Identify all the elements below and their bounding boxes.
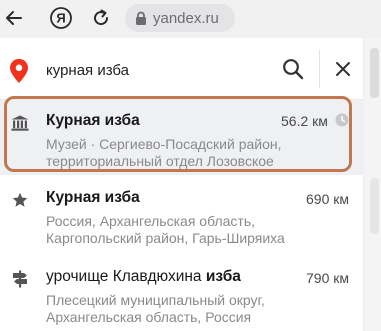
yandex-letter: Я (56, 11, 65, 26)
result-subtitle: Россия, Архангельская область, Каргополь… (46, 213, 285, 246)
yandex-logo-icon: Я (50, 7, 72, 29)
scrollbar-track-mark (370, 178, 379, 234)
arrow-left-icon (6, 11, 22, 25)
museum-icon (11, 114, 29, 132)
search-divider (319, 50, 320, 88)
history-clock-icon (335, 113, 349, 132)
result-distance: 690 км (306, 191, 349, 207)
search-result-2[interactable]: Курная изба 690 км Россия, Архангельская… (0, 180, 364, 252)
lock-icon (135, 11, 147, 26)
clear-search-button[interactable] (330, 56, 356, 82)
result-distance: 790 км (306, 270, 349, 286)
search-button[interactable] (280, 56, 306, 82)
reload-button[interactable] (88, 5, 114, 31)
yandex-button[interactable]: Я (48, 5, 74, 31)
close-icon (336, 62, 350, 76)
scrollbar[interactable] (364, 38, 381, 331)
search-icon (283, 59, 304, 80)
search-panel: Курная изба 56.2 км Музей · Сергиево-Пос… (0, 38, 364, 331)
result-title: урочище Клавдюхина изба (46, 268, 241, 285)
result-title: Курная изба (46, 189, 140, 206)
result-distance: 56.2 км (281, 113, 328, 129)
result-subtitle: Музей · Сергиево-Посадский район, террит… (46, 136, 282, 169)
result-subtitle: Плесецкий муниципальный округ, Архангель… (46, 292, 265, 325)
browser-toolbar: Я yandex.ru (0, 0, 381, 38)
search-bar (0, 38, 364, 100)
search-result-3[interactable]: урочище Клавдюхина изба 790 км Плесецкий… (0, 258, 364, 331)
search-result-1[interactable]: Курная изба 56.2 км Музей · Сергиево-Пос… (0, 100, 364, 175)
scrollbar-thumb[interactable] (370, 48, 379, 98)
result-title: Курная изба (46, 112, 140, 129)
star-icon (11, 191, 29, 209)
back-button[interactable] (1, 5, 27, 31)
reload-icon (94, 9, 109, 26)
map-pin-icon (10, 59, 28, 83)
address-bar[interactable]: yandex.ru (125, 4, 235, 32)
signpost-icon (11, 270, 29, 288)
search-input[interactable] (46, 56, 266, 84)
url-text: yandex.ru (153, 9, 219, 27)
